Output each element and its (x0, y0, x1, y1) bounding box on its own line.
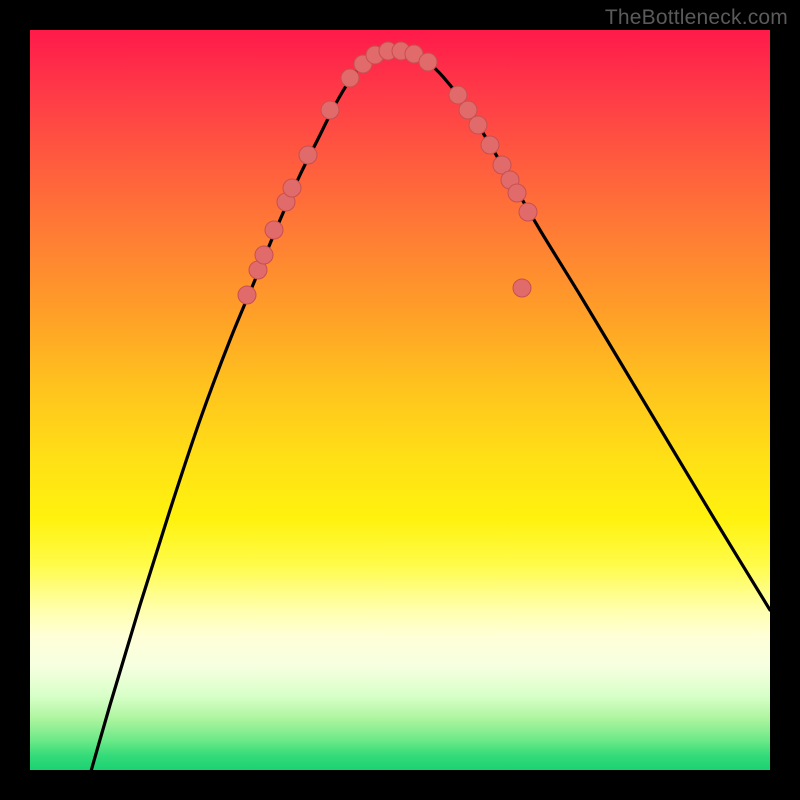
data-marker (265, 221, 283, 239)
data-marker (481, 136, 499, 154)
bottleneck-curve (80, 50, 770, 800)
data-marker (513, 279, 531, 297)
chart-frame: TheBottleneck.com (0, 0, 800, 800)
data-marker (419, 53, 437, 71)
plot-area (30, 30, 770, 770)
data-marker (238, 286, 256, 304)
data-marker (321, 101, 339, 119)
chart-svg (30, 30, 770, 770)
data-marker (299, 146, 317, 164)
data-marker (341, 69, 359, 87)
data-marker (283, 179, 301, 197)
data-marker (519, 203, 537, 221)
data-markers (238, 42, 537, 304)
watermark-text: TheBottleneck.com (605, 6, 788, 30)
data-marker (469, 116, 487, 134)
data-marker (508, 184, 526, 202)
data-marker (255, 246, 273, 264)
